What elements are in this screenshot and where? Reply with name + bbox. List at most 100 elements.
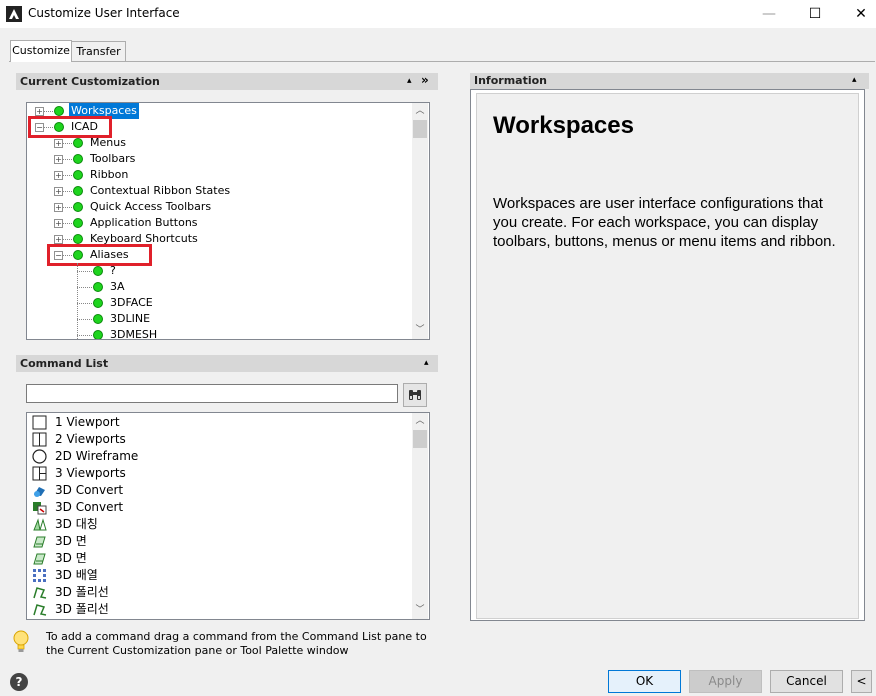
collapse-up-icon[interactable]: ▴ [407, 73, 412, 90]
help-icon[interactable]: ? [10, 673, 28, 691]
list-item[interactable]: 3D Convert [30, 499, 410, 516]
tree-node[interactable]: 3A [27, 279, 411, 295]
find-button[interactable] [403, 383, 427, 407]
3d-face-icon [33, 536, 46, 548]
command-list-content: 1 Viewport 2 Viewports 2D Wireframe 3 Viewp… [27, 413, 411, 619]
status-dot-icon [73, 138, 83, 148]
list-item[interactable]: 3D Convert [30, 482, 410, 499]
list-item[interactable]: 3D 대칭 [30, 516, 410, 533]
tree-node[interactable]: 3DFACE [27, 295, 411, 311]
command-label: 3D Convert [55, 500, 124, 514]
ok-button[interactable]: OK [608, 670, 681, 693]
app-icon [6, 6, 22, 22]
current-customization-title: Current Customization [20, 75, 160, 88]
scroll-thumb[interactable] [413, 120, 427, 138]
title-bar: Customize User Interface — ☐ ✕ [0, 0, 876, 28]
expand-plus-icon[interactable]: + [54, 139, 63, 148]
tree-node-label: Toolbars [90, 152, 136, 165]
3d-array-icon [33, 569, 46, 582]
tree-node[interactable]: 3DMESH [27, 327, 411, 340]
list-item[interactable]: 3D 면 [30, 533, 410, 550]
info-heading: Workspaces [493, 112, 634, 139]
list-item[interactable]: 3 Viewports [30, 465, 410, 482]
current-customization-header: Current Customization [16, 73, 438, 90]
command-list-scrollbar[interactable]: ︿ ﹀ [412, 413, 428, 619]
command-label: 2 Viewports [55, 432, 126, 446]
collapse-up-icon[interactable]: ▴ [424, 355, 429, 372]
scroll-thumb[interactable] [413, 430, 427, 448]
collapse-dialog-button[interactable]: < [851, 670, 872, 693]
tree-node[interactable]: + Ribbon [27, 167, 411, 183]
3d-polyline-icon [33, 587, 47, 599]
information-frame: Workspaces Workspaces are user interface… [470, 89, 865, 621]
minimize-button[interactable]: — [746, 0, 792, 28]
tree-connector [77, 319, 92, 320]
status-dot-icon [73, 234, 83, 244]
expand-panel-icon[interactable]: » [421, 72, 429, 89]
customization-tree[interactable]: + Workspaces − ICAD + Menus + Toolbars + Ribbon + C… [26, 102, 430, 340]
list-item[interactable]: 3D 폴리선 [30, 584, 410, 601]
3d-face-icon [33, 553, 46, 565]
3d-polyline-icon [33, 604, 47, 616]
list-item[interactable]: 3D 면 [30, 550, 410, 567]
information-title: Information [474, 74, 547, 87]
tree-connector [77, 287, 92, 288]
list-item[interactable]: 2 Viewports [30, 431, 410, 448]
maximize-button[interactable]: ☐ [792, 0, 838, 28]
hint-line-2: the Current Customization pane or Tool P… [46, 644, 349, 657]
expand-plus-icon[interactable]: + [54, 235, 63, 244]
collapse-up-icon[interactable]: ▴ [852, 72, 857, 89]
expand-plus-icon[interactable]: + [54, 203, 63, 212]
wireframe-circle-icon [32, 449, 47, 464]
status-dot-icon [73, 218, 83, 228]
command-label: 3D 면 [55, 551, 87, 565]
scroll-up-icon[interactable]: ︿ [412, 103, 428, 119]
tree-node[interactable]: + Menus [27, 135, 411, 151]
scroll-down-icon[interactable]: ﹀ [412, 322, 428, 338]
hint-line-1: To add a command drag a command from the… [46, 630, 427, 643]
cancel-button[interactable]: Cancel [770, 670, 843, 693]
list-item[interactable]: 2D Wireframe [30, 448, 410, 465]
list-item[interactable]: 1 Viewport [30, 414, 410, 431]
expand-plus-icon[interactable]: + [35, 107, 44, 116]
expand-plus-icon[interactable]: + [54, 219, 63, 228]
scroll-up-icon[interactable]: ︿ [412, 413, 428, 429]
scroll-down-icon[interactable]: ﹀ [412, 602, 428, 618]
tree-connector [77, 271, 92, 272]
status-dot-icon [73, 154, 83, 164]
tree-node-label: 3DMESH [110, 328, 158, 340]
list-item[interactable]: 3D 폴리선 [30, 601, 410, 618]
information-content: Workspaces Workspaces are user interface… [476, 93, 859, 619]
tree-node-label: Application Buttons [90, 216, 198, 229]
command-label: 3 Viewports [55, 466, 126, 480]
expand-plus-icon[interactable]: + [54, 187, 63, 196]
command-list-header: Command List [16, 355, 438, 372]
3d-convert-alt-icon [33, 502, 47, 515]
tree-node[interactable]: + Application Buttons [27, 215, 411, 231]
list-item[interactable]: 3D 배열 [30, 567, 410, 584]
tree-node[interactable]: + Contextual Ribbon States [27, 183, 411, 199]
tree-scrollbar[interactable]: ︿ ﹀ [412, 103, 428, 339]
tree-content: + Workspaces − ICAD + Menus + Toolbars + Ribbon + C… [27, 103, 411, 339]
single-viewport-icon [32, 415, 47, 430]
tree-connector [63, 143, 72, 144]
tree-node[interactable]: 3DLINE [27, 311, 411, 327]
tree-connector [77, 263, 78, 339]
expand-plus-icon[interactable]: + [54, 171, 63, 180]
command-list[interactable]: 1 Viewport 2 Viewports 2D Wireframe 3 Viewp… [26, 412, 430, 620]
two-viewports-icon [32, 432, 47, 447]
tree-node[interactable]: ? [27, 263, 411, 279]
apply-button[interactable]: Apply [689, 670, 762, 693]
tree-node[interactable]: + Quick Access Toolbars [27, 199, 411, 215]
command-search-input[interactable] [26, 384, 398, 403]
tree-connector [77, 303, 92, 304]
command-label: 3D 폴리선 [55, 585, 109, 599]
tab-customize[interactable]: Customize [10, 40, 72, 62]
tab-transfer[interactable]: Transfer [71, 41, 126, 61]
tree-connector [77, 335, 92, 336]
tree-node[interactable]: + Toolbars [27, 151, 411, 167]
expand-plus-icon[interactable]: + [54, 155, 63, 164]
command-label: 3D 폴리선 [55, 602, 109, 616]
close-button[interactable]: ✕ [838, 0, 876, 28]
status-dot-icon [93, 298, 103, 308]
